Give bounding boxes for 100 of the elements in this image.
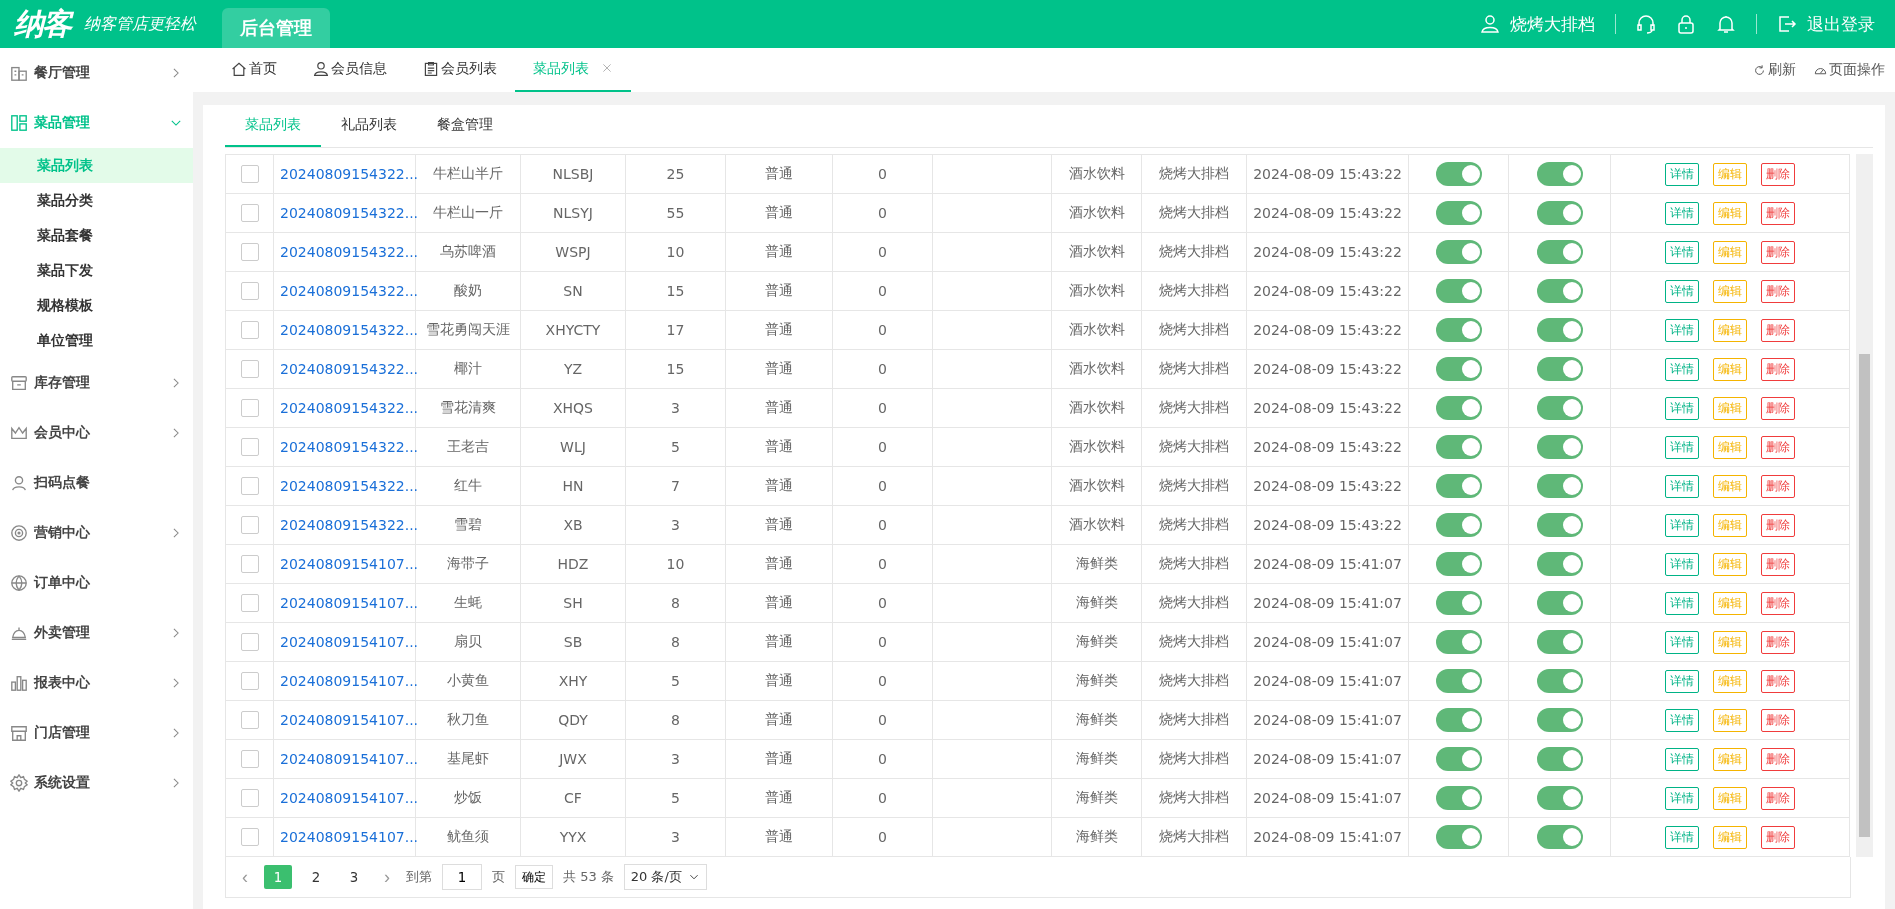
sidebar-item[interactable]: 库存管理 (0, 358, 193, 408)
item-number-link[interactable]: 20240809154107... (273, 817, 416, 857)
toggle-switch[interactable] (1435, 240, 1482, 264)
delete-button[interactable]: 删除 (1761, 630, 1795, 654)
item-number-link[interactable]: 20240809154322... (273, 466, 416, 506)
row-checkbox[interactable] (240, 516, 259, 534)
delete-button[interactable]: 删除 (1761, 591, 1795, 615)
scrollbar[interactable] (1856, 154, 1873, 857)
next-page-button[interactable]: › (378, 865, 396, 889)
delete-button[interactable]: 删除 (1761, 162, 1795, 186)
toggle-switch[interactable] (1435, 591, 1482, 615)
toggle-switch[interactable] (1435, 396, 1482, 420)
sub-tab[interactable]: 餐盒管理 (417, 105, 513, 147)
delete-button[interactable]: 删除 (1761, 240, 1795, 264)
row-checkbox[interactable] (240, 633, 259, 651)
toggle-switch[interactable] (1435, 435, 1482, 459)
row-checkbox[interactable] (240, 282, 259, 300)
page-button[interactable]: 2 (302, 865, 330, 889)
delete-button[interactable]: 删除 (1761, 318, 1795, 342)
submenu-item[interactable]: 菜品分类 (0, 183, 193, 218)
toggle-switch[interactable] (1435, 786, 1482, 810)
sidebar-item[interactable]: 订单中心 (0, 558, 193, 608)
toggle-switch[interactable] (1536, 435, 1583, 459)
sidebar-item[interactable]: 餐厅管理 (0, 48, 193, 98)
row-checkbox[interactable] (240, 243, 259, 261)
page-size-select[interactable]: 20 条/页 (623, 864, 707, 890)
page-button[interactable]: 3 (340, 865, 368, 889)
toggle-switch[interactable] (1536, 825, 1583, 849)
sub-tab[interactable]: 礼品列表 (321, 105, 417, 147)
toggle-switch[interactable] (1435, 513, 1482, 537)
page-tab[interactable]: 会员列表 (405, 48, 515, 92)
sidebar-item[interactable]: 系统设置 (0, 758, 193, 808)
detail-button[interactable]: 详情 (1665, 240, 1699, 264)
delete-button[interactable]: 删除 (1761, 513, 1795, 537)
row-checkbox[interactable] (240, 360, 259, 378)
item-number-link[interactable]: 20240809154322... (273, 232, 416, 272)
sidebar-item[interactable]: 外卖管理 (0, 608, 193, 658)
delete-button[interactable]: 删除 (1761, 669, 1795, 693)
toggle-switch[interactable] (1536, 279, 1583, 303)
toggle-switch[interactable] (1435, 357, 1482, 381)
item-number-link[interactable]: 20240809154322... (273, 349, 416, 389)
toggle-switch[interactable] (1435, 162, 1482, 186)
page-action[interactable]: 刷新 (1753, 61, 1796, 79)
row-checkbox[interactable] (240, 672, 259, 690)
item-number-link[interactable]: 20240809154322... (273, 154, 416, 194)
detail-button[interactable]: 详情 (1665, 669, 1699, 693)
row-checkbox[interactable] (240, 438, 259, 456)
delete-button[interactable]: 删除 (1761, 708, 1795, 732)
item-number-link[interactable]: 20240809154107... (273, 661, 416, 701)
toggle-switch[interactable] (1536, 240, 1583, 264)
row-checkbox[interactable] (240, 165, 259, 183)
toggle-switch[interactable] (1536, 708, 1583, 732)
item-number-link[interactable]: 20240809154107... (273, 778, 416, 818)
page-action[interactable]: 页面操作 (1814, 61, 1885, 79)
row-checkbox[interactable] (240, 594, 259, 612)
submenu-item[interactable]: 菜品列表 (0, 148, 193, 183)
item-number-link[interactable]: 20240809154107... (273, 622, 416, 662)
row-checkbox[interactable] (240, 321, 259, 339)
sidebar-item[interactable]: 门店管理 (0, 708, 193, 758)
confirm-button[interactable]: 确定 (515, 865, 553, 889)
detail-button[interactable]: 详情 (1665, 435, 1699, 459)
toggle-switch[interactable] (1435, 630, 1482, 654)
detail-button[interactable]: 详情 (1665, 318, 1699, 342)
toggle-switch[interactable] (1536, 396, 1583, 420)
logout-link[interactable]: 退出登录 (1807, 12, 1875, 36)
toggle-switch[interactable] (1536, 591, 1583, 615)
sub-tab[interactable]: 菜品列表 (225, 105, 321, 147)
delete-button[interactable]: 删除 (1761, 396, 1795, 420)
toggle-switch[interactable] (1435, 201, 1482, 225)
sidebar-item[interactable]: 报表中心 (0, 658, 193, 708)
page-tab[interactable]: 会员信息 (295, 48, 405, 92)
detail-button[interactable]: 详情 (1665, 747, 1699, 771)
item-number-link[interactable]: 20240809154322... (273, 310, 416, 350)
delete-button[interactable]: 删除 (1761, 552, 1795, 576)
row-checkbox[interactable] (240, 711, 259, 729)
toggle-switch[interactable] (1435, 279, 1482, 303)
row-checkbox[interactable] (240, 555, 259, 573)
toggle-switch[interactable] (1536, 318, 1583, 342)
page-input[interactable]: 1 (442, 864, 482, 890)
item-number-link[interactable]: 20240809154322... (273, 427, 416, 467)
row-checkbox[interactable] (240, 789, 259, 807)
item-number-link[interactable]: 20240809154322... (273, 388, 416, 428)
toggle-switch[interactable] (1435, 669, 1482, 693)
toggle-switch[interactable] (1536, 513, 1583, 537)
detail-button[interactable]: 详情 (1665, 474, 1699, 498)
toggle-switch[interactable] (1536, 747, 1583, 771)
item-number-link[interactable]: 20240809154322... (273, 193, 416, 233)
toggle-switch[interactable] (1536, 552, 1583, 576)
row-checkbox[interactable] (240, 477, 259, 495)
detail-button[interactable]: 详情 (1665, 279, 1699, 303)
toggle-switch[interactable] (1536, 201, 1583, 225)
toggle-switch[interactable] (1435, 318, 1482, 342)
sidebar-item[interactable]: 菜品管理 (0, 98, 193, 148)
delete-button[interactable]: 删除 (1761, 279, 1795, 303)
toggle-switch[interactable] (1536, 630, 1583, 654)
detail-button[interactable]: 详情 (1665, 591, 1699, 615)
delete-button[interactable]: 删除 (1761, 201, 1795, 225)
item-number-link[interactable]: 20240809154107... (273, 700, 416, 740)
page-button[interactable]: 1 (264, 865, 292, 889)
detail-button[interactable]: 详情 (1665, 708, 1699, 732)
